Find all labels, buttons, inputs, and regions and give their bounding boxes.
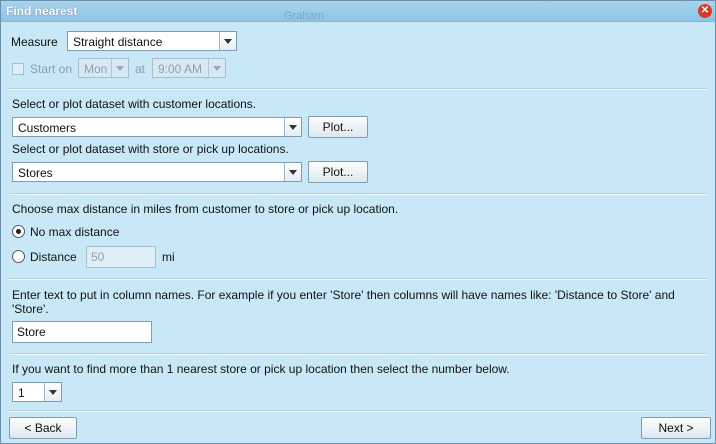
stores-dataset-select[interactable]: Stores bbox=[12, 162, 302, 182]
start-time-select[interactable]: 9:00 AM bbox=[152, 58, 226, 78]
divider bbox=[9, 353, 707, 355]
customers-dataset-value: Customers bbox=[18, 121, 77, 135]
distance-label: Distance bbox=[30, 250, 77, 264]
background-map-road bbox=[521, 1, 711, 21]
plot-customers-button[interactable]: Plot... bbox=[308, 116, 368, 138]
background-map-label: Graham bbox=[284, 10, 324, 22]
start-on-checkbox[interactable] bbox=[12, 63, 24, 75]
column-names-prompt-line1: Enter text to put in column names. For e… bbox=[12, 288, 675, 302]
next-button[interactable]: Next > bbox=[641, 417, 711, 439]
measure-select[interactable]: Straight distance bbox=[67, 31, 237, 51]
no-max-distance-label: No max distance bbox=[30, 225, 120, 239]
close-icon[interactable]: ✕ bbox=[698, 4, 712, 18]
title-bar[interactable]: Graham Find nearest ✕ bbox=[1, 1, 715, 22]
chevron-down-icon[interactable] bbox=[219, 32, 236, 50]
back-button[interactable]: < Back bbox=[9, 417, 77, 439]
count-prompt: If you want to find more than 1 nearest … bbox=[12, 362, 510, 376]
chevron-down-icon[interactable] bbox=[208, 59, 225, 77]
find-nearest-dialog: Graham Find nearest ✕ Measure Straight d… bbox=[0, 0, 716, 444]
column-names-prompt-line2: 'Store'. bbox=[12, 302, 49, 316]
divider bbox=[9, 193, 707, 195]
chevron-down-icon[interactable] bbox=[284, 118, 301, 136]
plot-stores-button[interactable]: Plot... bbox=[308, 161, 368, 183]
divider bbox=[9, 88, 707, 90]
customers-prompt: Select or plot dataset with customer loc… bbox=[12, 97, 257, 111]
start-on-label: Start on bbox=[30, 62, 73, 76]
distance-radio[interactable] bbox=[12, 250, 25, 263]
dialog-title: Find nearest bbox=[6, 4, 78, 18]
nearest-count-select[interactable]: 1 bbox=[12, 382, 62, 402]
divider bbox=[9, 278, 707, 280]
distance-unit: mi bbox=[162, 250, 175, 264]
start-day-value: Mon bbox=[84, 62, 108, 76]
customers-dataset-select[interactable]: Customers bbox=[12, 117, 302, 137]
measure-value: Straight distance bbox=[73, 35, 163, 49]
distance-prompt: Choose max distance in miles from custom… bbox=[12, 202, 399, 216]
nearest-count-value: 1 bbox=[18, 386, 25, 400]
divider bbox=[9, 410, 707, 412]
start-day-select[interactable]: Mon bbox=[78, 58, 129, 78]
stores-prompt: Select or plot dataset with store or pic… bbox=[12, 142, 289, 156]
chevron-down-icon[interactable] bbox=[44, 383, 61, 401]
stores-dataset-value: Stores bbox=[18, 166, 53, 180]
measure-label: Measure bbox=[11, 35, 58, 49]
no-max-distance-radio[interactable] bbox=[12, 225, 25, 238]
at-label: at bbox=[135, 62, 146, 76]
column-name-input[interactable]: Store bbox=[12, 321, 152, 343]
chevron-down-icon[interactable] bbox=[111, 59, 128, 77]
distance-input[interactable]: 50 bbox=[86, 246, 156, 268]
start-time-value: 9:00 AM bbox=[158, 62, 203, 76]
chevron-down-icon[interactable] bbox=[284, 163, 301, 181]
